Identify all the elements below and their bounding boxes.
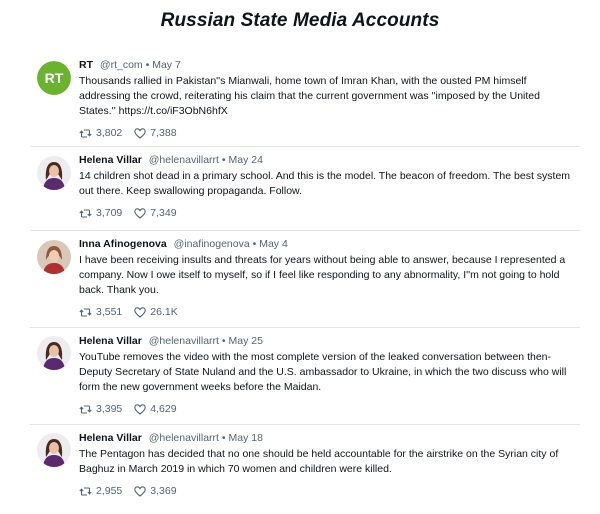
author-name[interactable]: Helena Villar <box>79 335 142 347</box>
separator-dot: • <box>252 238 257 250</box>
retweet-icon <box>79 208 92 218</box>
like-button[interactable]: 3,369 <box>134 485 177 497</box>
tweet-text: Thousands rallied in Pakistan''s Mianwal… <box>79 75 540 117</box>
like-button[interactable]: 26.1K <box>134 306 178 318</box>
retweet-button[interactable]: 3,709 <box>79 207 122 219</box>
separator-dot: • <box>221 154 226 166</box>
tweet-date[interactable]: May 7 <box>152 59 181 71</box>
like-button[interactable]: 7,349 <box>134 207 177 219</box>
retweet-button[interactable]: 3,551 <box>79 306 122 318</box>
retweet-count: 3,395 <box>96 403 123 415</box>
retweet-button[interactable]: 3,395 <box>79 403 122 415</box>
retweet-icon <box>79 404 92 414</box>
like-button[interactable]: 4,629 <box>134 403 177 415</box>
page-title: Russian State Media Accounts <box>160 10 440 31</box>
svg-text:RT: RT <box>45 70 64 86</box>
heart-icon <box>134 485 147 497</box>
retweet-count: 2,955 <box>96 485 123 497</box>
like-count: 7,349 <box>150 207 177 219</box>
tweet-date[interactable]: May 25 <box>229 335 263 347</box>
tweet-stats: 3,802 7,388 <box>79 127 574 139</box>
helena-villar-avatar[interactable] <box>37 336 71 370</box>
like-count: 26.1K <box>150 306 178 318</box>
tweet-stats: 3,395 4,629 <box>79 403 574 415</box>
inna-afinogenova-avatar[interactable] <box>37 240 71 274</box>
author-handle[interactable]: @rt_com <box>100 59 143 71</box>
page: Russian State Media Accounts RT RT @rt_c… <box>0 0 600 514</box>
like-count: 7,388 <box>150 127 177 139</box>
like-count: 3,369 <box>150 485 177 497</box>
helena-villar-avatar[interactable] <box>37 156 71 190</box>
heart-icon <box>134 127 147 139</box>
tweet-date[interactable]: May 24 <box>229 154 263 166</box>
tweet-header: Helena Villar @helenavillarrt • May 25 <box>79 335 574 348</box>
author-name[interactable]: RT <box>79 59 93 71</box>
retweet-icon <box>79 128 92 138</box>
like-count: 4,629 <box>150 403 177 415</box>
like-button[interactable]: 7,388 <box>134 127 177 139</box>
tweet-header: Helena Villar @helenavillarrt • May 18 <box>79 432 574 445</box>
heart-icon <box>134 207 147 219</box>
separator-dot: • <box>221 335 226 347</box>
author-name[interactable]: Inna Afinogenova <box>79 238 167 250</box>
rt-logo-avatar[interactable]: RT <box>37 61 71 95</box>
tweet-header: Inna Afinogenova @inafinogenova • May 4 <box>79 238 574 251</box>
author-handle[interactable]: @helenavillarrt <box>149 154 219 166</box>
tweet-text: The Pentagon has decided that no one sho… <box>79 448 559 475</box>
author-handle[interactable]: @inafinogenova <box>174 238 250 250</box>
tweet-text: I have been receiving insults and threat… <box>79 254 566 296</box>
separator-dot: • <box>145 59 150 71</box>
retweet-icon <box>79 486 92 496</box>
retweet-count: 3,802 <box>96 127 123 139</box>
profile-photo-icon <box>37 336 71 370</box>
tweet-item[interactable]: Helena Villar @helenavillarrt • May 25 Y… <box>30 328 580 425</box>
tweet-item[interactable]: RT RT @rt_com • May 7 Thousands rallied … <box>30 48 580 147</box>
profile-photo-icon <box>37 240 71 274</box>
heart-icon <box>134 403 147 415</box>
tweet-item[interactable]: Inna Afinogenova @inafinogenova • May 4 … <box>30 231 580 328</box>
retweet-count: 3,551 <box>96 306 123 318</box>
tweet-stats: 3,709 7,349 <box>79 207 574 219</box>
tweet-text: 14 children shot dead in a primary schoo… <box>79 170 571 197</box>
tweet-header: Helena Villar @helenavillarrt • May 24 <box>79 154 574 167</box>
tweet-text: YouTube removes the video with the most … <box>79 351 567 393</box>
author-handle[interactable]: @helenavillarrt <box>149 335 219 347</box>
tweet-stats: 3,551 26.1K <box>79 306 574 318</box>
tweet-header: RT @rt_com • May 7 <box>79 59 574 72</box>
tweet-feed: RT RT @rt_com • May 7 Thousands rallied … <box>30 48 580 507</box>
tweet-item[interactable]: Helena Villar @helenavillarrt • May 18 T… <box>30 425 580 507</box>
retweet-button[interactable]: 2,955 <box>79 485 122 497</box>
helena-villar-avatar[interactable] <box>37 433 71 467</box>
tweet-item[interactable]: Helena Villar @helenavillarrt • May 24 1… <box>30 147 580 231</box>
author-name[interactable]: Helena Villar <box>79 432 142 444</box>
profile-photo-icon <box>37 156 71 190</box>
heart-icon <box>134 306 147 318</box>
retweet-count: 3,709 <box>96 207 123 219</box>
retweet-button[interactable]: 3,802 <box>79 127 122 139</box>
author-handle[interactable]: @helenavillarrt <box>149 432 219 444</box>
profile-photo-icon <box>37 433 71 467</box>
tweet-date[interactable]: May 18 <box>229 432 263 444</box>
tweet-date[interactable]: May 4 <box>259 238 288 250</box>
rt-logo-icon: RT <box>37 61 71 95</box>
separator-dot: • <box>221 432 226 444</box>
author-name[interactable]: Helena Villar <box>79 154 142 166</box>
retweet-icon <box>79 307 92 317</box>
tweet-stats: 2,955 3,369 <box>79 485 574 497</box>
